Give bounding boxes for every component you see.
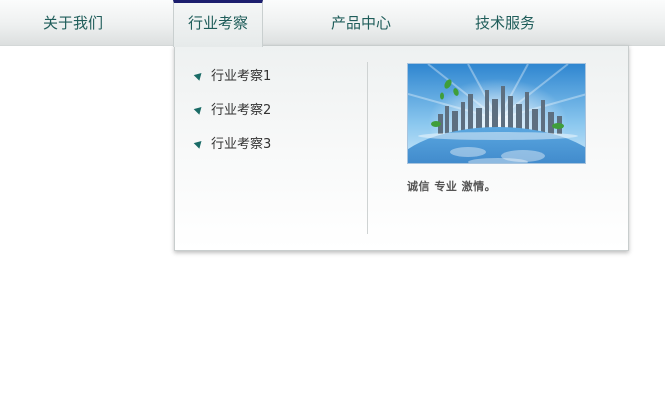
dropdown-item-industry-survey-1[interactable]: 行业考察1 (193, 66, 272, 100)
dropdown-item-label: 行业考察1 (211, 69, 272, 84)
dropdown-item-industry-survey-2[interactable]: 行业考察2 (193, 100, 272, 134)
triangle-bullet-icon (193, 70, 205, 81)
globe-city-skyline-image (407, 63, 586, 164)
nav-item-product-center[interactable]: 产品中心 (331, 0, 391, 46)
triangle-bullet-icon (193, 104, 205, 115)
dropdown-item-industry-survey-3[interactable]: 行业考察3 (193, 134, 272, 168)
vertical-divider (367, 62, 368, 234)
nav-item-about-us[interactable]: 关于我们 (43, 0, 103, 46)
slogan-text: 诚信 专业 激情。 (407, 180, 497, 193)
dropdown-item-label: 行业考察2 (211, 103, 272, 118)
industry-survey-dropdown-panel: 行业考察1 行业考察2 行业考察3 诚信 专业 激情。 (174, 45, 629, 251)
triangle-bullet-icon (193, 138, 205, 149)
nav-item-industry-survey[interactable]: 行业考察 (173, 0, 263, 47)
top-navigation-bar: 关于我们 行业考察 产品中心 技术服务 (0, 0, 665, 47)
dropdown-item-label: 行业考察3 (211, 137, 272, 152)
dropdown-menu-list: 行业考察1 行业考察2 行业考察3 (193, 66, 272, 168)
nav-item-technical-service[interactable]: 技术服务 (475, 0, 535, 46)
